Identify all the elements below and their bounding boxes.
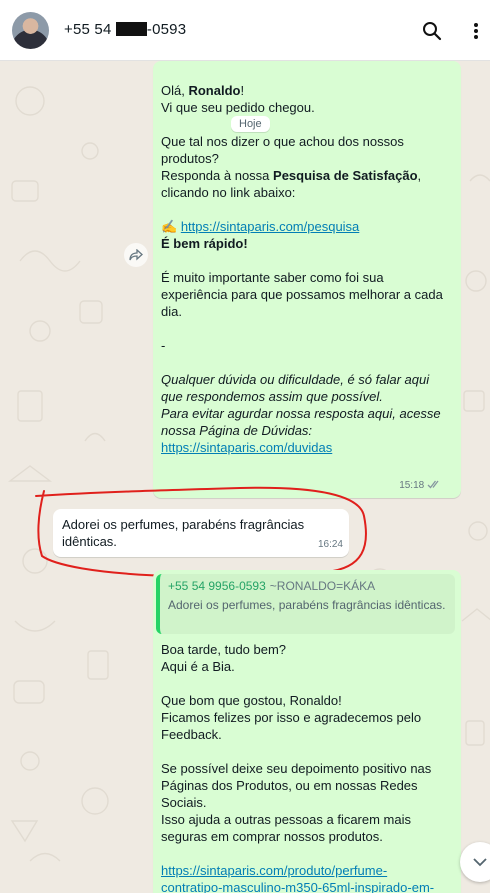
product-link-line[interactable]: https://sintaparis.com/produto/perfume- [161, 863, 387, 878]
message-line: Qualquer dúvida ou dificuldade, é só fal… [153, 371, 461, 405]
contact-name[interactable]: +55 54 -0593 [64, 21, 186, 38]
quoted-message[interactable]: +55 54 9956-0593 ~RONALDO=KÁKA Adorei os … [156, 574, 455, 634]
message-line: Boa tarde, tudo bem? [161, 642, 287, 657]
forward-icon[interactable] [124, 243, 148, 267]
message-line: ✍ https://sintaparis.com/pesquisa [153, 218, 461, 235]
message-line: Responda à nossa Pesquisa de Satisfação,… [153, 167, 461, 201]
quote-author: ~RONALDO=KÁKA [269, 579, 376, 593]
quote-number: +55 54 9956-0593 [168, 579, 266, 593]
italic-text: Para evitar agurdar nossa resposta aqui,… [161, 406, 441, 438]
contact-number-prefix: +55 54 [64, 21, 116, 38]
more-vertical-icon[interactable] [463, 18, 489, 44]
faq-link[interactable]: https://sintaparis.com/duvidas [161, 440, 332, 455]
message-line: Que tal nos dizer o que achou dos nossos… [161, 134, 404, 166]
message-line: Que bom que gostou, Ronaldo! [161, 693, 342, 708]
message-line: Se possível deixe seu depoimento positiv… [161, 761, 432, 810]
fast-bold: É bem rápido! [161, 236, 248, 251]
message-meta: 15:18 [399, 477, 441, 494]
message-line: Isso ajuda a outras pessoas a ficarem ma… [161, 812, 412, 844]
annotation-circle [35, 486, 367, 578]
text-span: Responda à nossa [161, 168, 274, 183]
writing-hand-icon: ✍ [161, 219, 178, 234]
survey-link[interactable]: https://sintaparis.com/pesquisa [181, 219, 359, 234]
survey-bold: Pesquisa de Satisfação [273, 168, 418, 183]
product-link[interactable]: https://sintaparis.com/produto/perfume- [153, 862, 461, 879]
chat-wallpaper: Olá, Ronaldo! Vi que seu pedido chegou. … [0, 61, 490, 893]
message-line: É muito importante saber como foi sua ex… [161, 270, 443, 319]
message-greeting: Olá, Ronaldo! [153, 82, 461, 99]
message-line: - [161, 338, 166, 353]
redaction-block [115, 22, 147, 36]
chevron-down-icon [473, 857, 487, 866]
greeting-end: ! [240, 83, 245, 98]
product-link[interactable]: contratipo-masculino-m350-65ml-inspirado… [153, 879, 461, 893]
chat-header: +55 54 -0593 [0, 0, 490, 61]
message-line: https://sintaparis.com/duvidas [153, 439, 461, 456]
italic-text: Qualquer dúvida ou dificuldade, é só fal… [161, 372, 430, 404]
outgoing-message-bubble[interactable]: +55 54 9956-0593 ~RONALDO=KÁKA Adorei os … [153, 570, 461, 893]
quote-header: +55 54 9956-0593 ~RONALDO=KÁKA [168, 578, 447, 594]
product-link-line[interactable]: contratipo-masculino-m350-65ml-inspirado… [161, 880, 434, 893]
date-separator: Hoje [231, 116, 270, 132]
message-line: Vi que seu pedido chegou. [161, 100, 315, 115]
outgoing-message-bubble[interactable]: Olá, Ronaldo! Vi que seu pedido chegou. … [153, 61, 461, 498]
avatar[interactable] [12, 12, 49, 49]
search-icon[interactable] [419, 18, 445, 44]
customer-name: Ronaldo [188, 83, 241, 98]
quote-text: Adorei os perfumes, parabéns fragrâncias… [168, 598, 446, 612]
double-check-icon [427, 480, 439, 489]
message-time: 15:18 [399, 480, 425, 491]
message-line: Para evitar agurdar nossa resposta aqui,… [153, 405, 461, 439]
message-line: Aqui é a Bia. [161, 659, 235, 674]
contact-number-suffix: -0593 [146, 21, 187, 38]
message-line: Ficamos felizes por isso e agradecemos p… [161, 710, 422, 742]
message-line: É bem rápido! [153, 235, 461, 252]
greeting-text: Olá, [161, 83, 189, 98]
